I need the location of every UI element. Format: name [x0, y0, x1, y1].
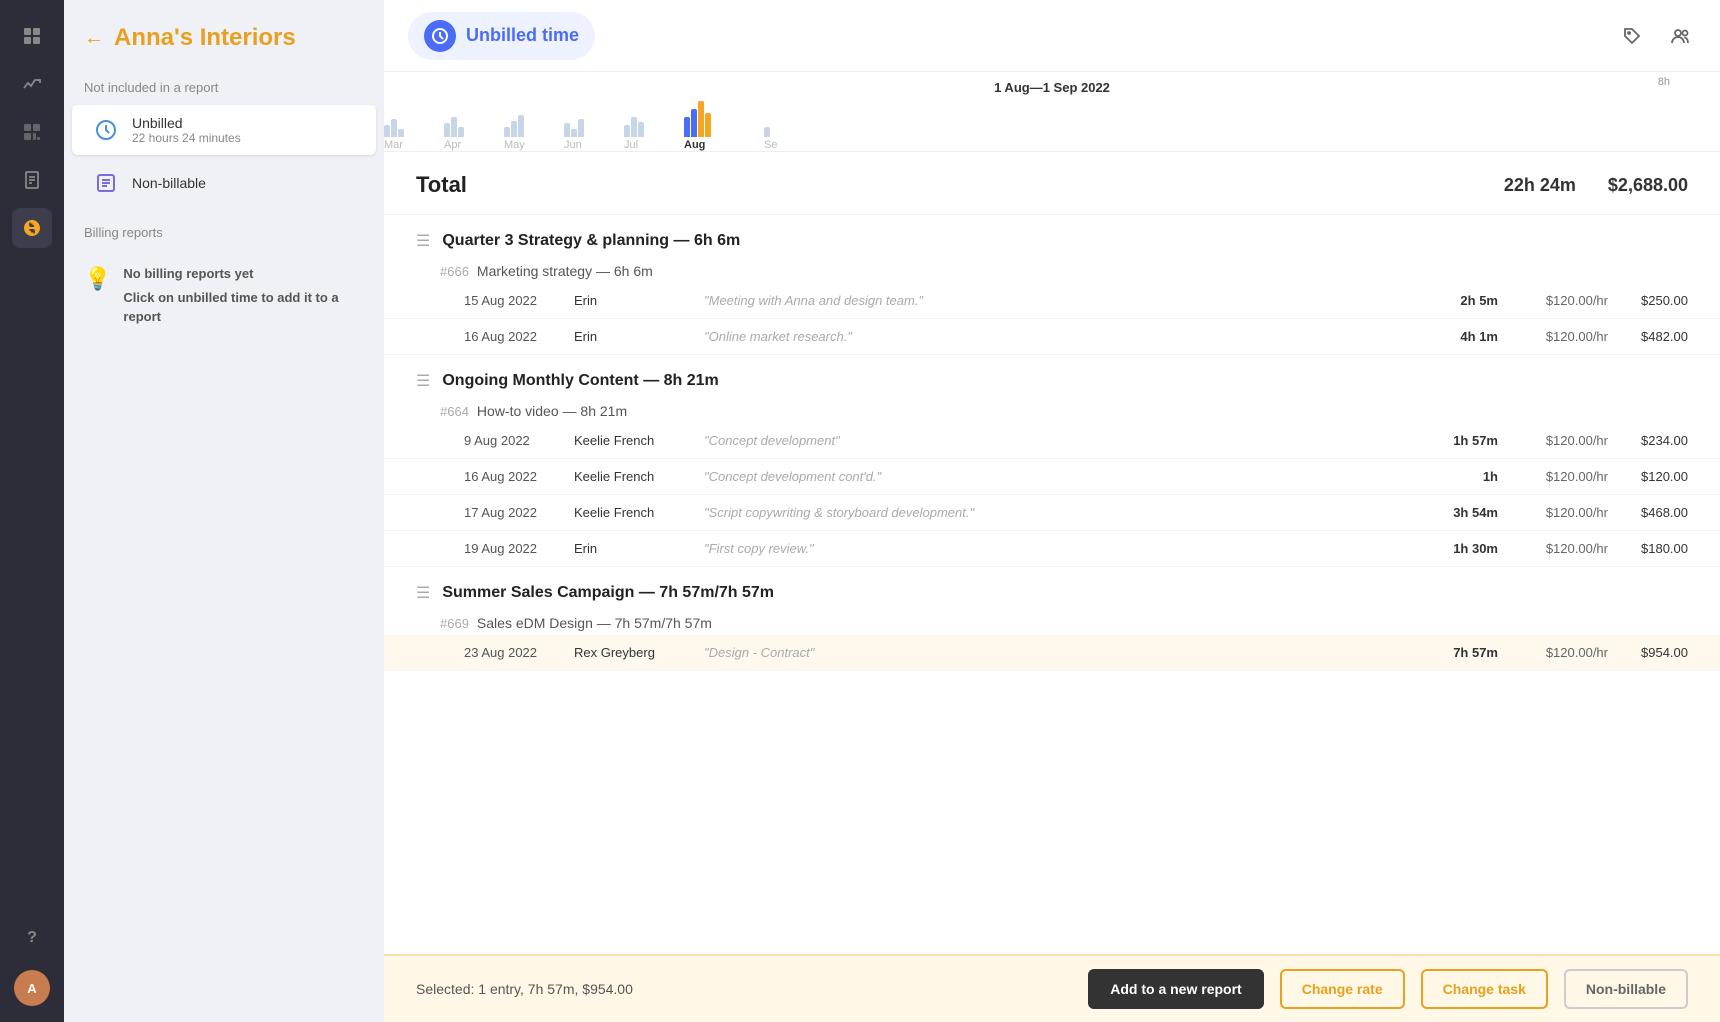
table-row[interactable]: 23 Aug 2022 Rex Greyberg "Design - Contr…: [384, 635, 1720, 671]
chart-month-mar: Mar: [384, 139, 403, 151]
help-button[interactable]: ?: [12, 918, 52, 958]
task-title: How-to video — 8h 21m: [477, 403, 627, 419]
table-row[interactable]: 16 Aug 2022 Erin "Online market research…: [384, 319, 1720, 355]
non-billable-button[interactable]: Non-billable: [1564, 969, 1688, 1009]
chart-area: 8h 1 Aug—1 Sep 2022 Mar: [384, 72, 1720, 152]
project-title: Quarter 3 Strategy & planning — 6h 6m: [442, 232, 740, 250]
chart-month-jul: Jul: [624, 139, 638, 151]
nav-item-activity[interactable]: [12, 64, 52, 104]
nav-rail: ? A: [0, 0, 64, 1022]
sidebar: ← Anna's Interiors Not included in a rep…: [64, 0, 384, 1022]
total-hours: 22h 24m: [1504, 175, 1576, 196]
task-title: Sales eDM Design — 7h 57m/7h 57m: [477, 615, 712, 631]
document-icon: ☰: [416, 583, 430, 603]
time-entries-table: Total 22h 24m $2,688.00 ☰ Quarter 3 Stra…: [384, 152, 1720, 954]
question-mark-icon: ?: [27, 929, 37, 947]
nav-item-reports[interactable]: [12, 112, 52, 152]
chart-month-jun: Jun: [564, 139, 582, 151]
main-content: Unbilled time 8h 1 Aug—1 Sep 2022: [384, 0, 1720, 1022]
table-row[interactable]: 17 Aug 2022 Keelie French "Script copywr…: [384, 495, 1720, 531]
task-row: #664 How-to video — 8h 21m: [384, 399, 1720, 423]
task-number: #664: [440, 404, 469, 419]
chart-month-sep: Se: [764, 139, 777, 151]
no-reports-title: No billing reports yet: [123, 264, 364, 284]
no-reports-hint: Click on unbilled time to add it to a re…: [123, 290, 338, 325]
billing-section: Billing reports 💡 No billing reports yet…: [64, 217, 384, 343]
users-icon[interactable]: [1664, 20, 1696, 52]
sidebar-item-unbilled[interactable]: Unbilled 22 hours 24 minutes: [72, 105, 376, 155]
nav-bottom: ? A: [12, 918, 52, 1006]
task-row: #669 Sales eDM Design — 7h 57m/7h 57m: [384, 611, 1720, 635]
document-icon: ☰: [416, 231, 430, 251]
unbilled-badge: Unbilled time: [408, 12, 595, 60]
user-avatar[interactable]: A: [14, 970, 50, 1006]
clock-icon: [92, 116, 120, 144]
table-row[interactable]: 9 Aug 2022 Keelie French "Concept develo…: [384, 423, 1720, 459]
chart-month-apr: Apr: [444, 139, 461, 151]
sidebar-header: ← Anna's Interiors: [64, 16, 384, 72]
back-button[interactable]: ←: [84, 27, 104, 50]
nav-item-dashboard[interactable]: [12, 16, 52, 56]
chart-month-aug: Aug: [684, 139, 705, 151]
document-icon: ☰: [416, 371, 430, 391]
billing-empty-state: 💡 No billing reports yet Click on unbill…: [84, 256, 364, 335]
unbilled-sub: 22 hours 24 minutes: [132, 131, 241, 145]
project-title: Ongoing Monthly Content — 8h 21m: [442, 372, 718, 390]
sidebar-item-non-billable[interactable]: Non-billable: [72, 159, 376, 207]
tag-icon[interactable]: [1616, 20, 1648, 52]
chart-month-may: May: [504, 139, 525, 151]
unbilled-time-label: Unbilled time: [466, 25, 579, 46]
non-billable-label: Non-billable: [132, 175, 206, 191]
lightbulb-icon: 💡: [84, 266, 111, 292]
task-row: #666 Marketing strategy — 6h 6m: [384, 259, 1720, 283]
not-in-report-label: Not included in a report: [64, 72, 384, 103]
list-icon: [92, 169, 120, 197]
project-title: Summer Sales Campaign — 7h 57m/7h 57m: [442, 584, 774, 602]
top-bar: Unbilled time: [384, 0, 1720, 72]
table-header: Total 22h 24m $2,688.00: [384, 152, 1720, 215]
selection-info: Selected: 1 entry, 7h 57m, $954.00: [416, 981, 1072, 997]
total-label: Total: [416, 172, 467, 198]
chart-date-label: 1 Aug—1 Sep 2022: [994, 80, 1110, 95]
total-amount: $2,688.00: [1608, 175, 1688, 196]
project-row: ☰ Summer Sales Campaign — 7h 57m/7h 57m: [384, 567, 1720, 611]
task-number: #669: [440, 616, 469, 631]
task-title: Marketing strategy — 6h 6m: [477, 263, 653, 279]
chart-y-label: 8h: [1658, 76, 1670, 88]
selection-bar: Selected: 1 entry, 7h 57m, $954.00 Add t…: [384, 954, 1720, 1022]
billing-reports-label: Billing reports: [84, 225, 364, 240]
add-to-report-button[interactable]: Add to a new report: [1088, 969, 1263, 1009]
nav-item-billing[interactable]: [12, 208, 52, 248]
table-row[interactable]: 16 Aug 2022 Keelie French "Concept devel…: [384, 459, 1720, 495]
nav-item-invoices[interactable]: [12, 160, 52, 200]
table-row[interactable]: 15 Aug 2022 Erin "Meeting with Anna and …: [384, 283, 1720, 319]
change-task-button[interactable]: Change task: [1421, 969, 1548, 1009]
unbilled-label: Unbilled: [132, 115, 241, 131]
client-name: Anna's Interiors: [114, 24, 296, 52]
unbilled-icon: [424, 20, 456, 52]
project-row: ☰ Quarter 3 Strategy & planning — 6h 6m: [384, 215, 1720, 259]
change-rate-button[interactable]: Change rate: [1280, 969, 1405, 1009]
table-row[interactable]: 19 Aug 2022 Erin "First copy review." 1h…: [384, 531, 1720, 567]
task-number: #666: [440, 264, 469, 279]
project-row: ☰ Ongoing Monthly Content — 8h 21m: [384, 355, 1720, 399]
